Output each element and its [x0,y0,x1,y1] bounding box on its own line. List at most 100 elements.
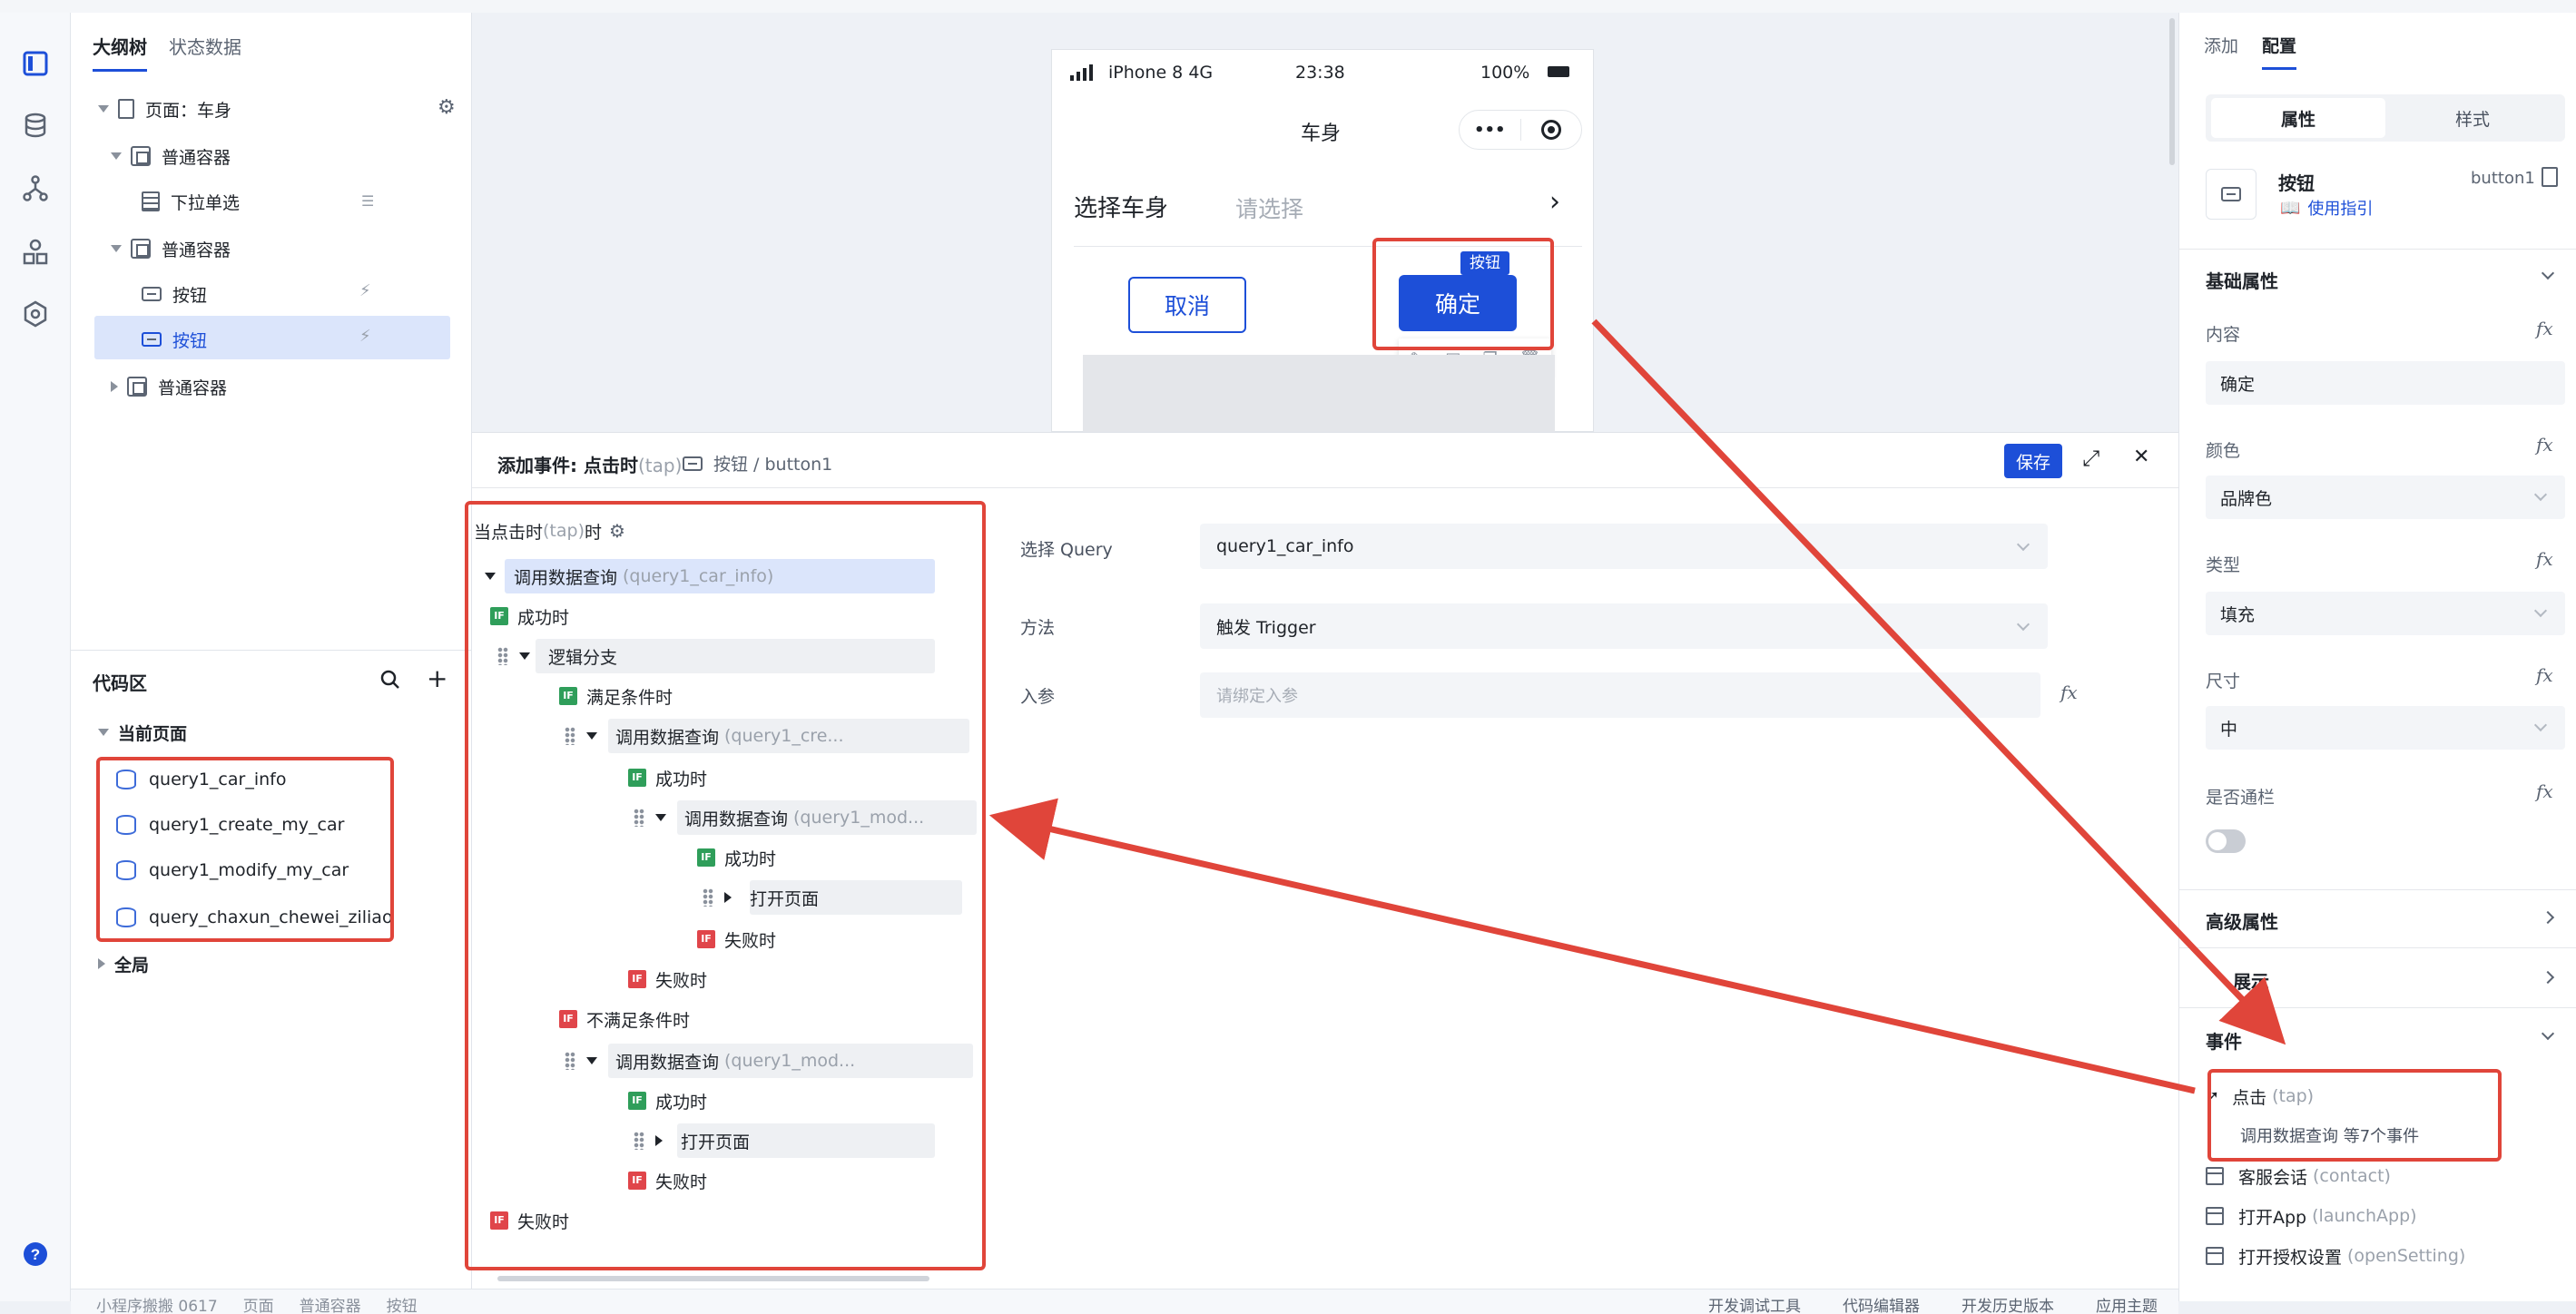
close-mini-icon[interactable] [1521,120,1582,140]
chevron-down-icon[interactable] [586,732,597,740]
breadcrumb-item[interactable]: 页面 [243,1293,274,1314]
select-placeholder[interactable]: 请选择 [1235,191,1303,224]
fx-icon[interactable]: fx [2536,548,2553,570]
breadcrumb-item[interactable]: 普通容器 [300,1293,361,1314]
horizontal-scrollbar[interactable] [497,1276,929,1281]
flow-fail[interactable]: IF 失败时 [697,922,776,956]
close-icon[interactable]: ✕ [2133,446,2149,468]
query-item[interactable]: query_chaxun_chewei_ziliao [116,895,393,940]
tree-container-1[interactable]: 普通容器 [111,138,231,174]
theme-link[interactable]: 应用主题 [2096,1293,2158,1314]
global-group[interactable]: 全局 [98,946,149,982]
fx-icon[interactable]: fx [2060,682,2078,703]
chevron-down-icon[interactable] [586,1057,597,1064]
outline-icon[interactable] [19,47,52,80]
event-tap-summary[interactable]: 调用数据查询 等7个事件 [2240,1123,2419,1147]
content-input[interactable]: 确定 [2206,361,2565,405]
chevron-down-icon[interactable] [655,814,666,821]
section-basic[interactable]: 基础属性 [2206,267,2278,293]
chevron-right-icon[interactable] [724,892,732,903]
copy-icon[interactable] [2542,167,2558,187]
add-icon[interactable]: + [427,663,447,693]
flow-success[interactable]: IF 成功时 [490,599,569,633]
fx-icon[interactable]: fx [2536,318,2553,339]
drag-handle-icon[interactable] [634,1132,644,1150]
section-events[interactable]: 事件 [2206,1027,2242,1054]
flow-success[interactable]: IF 成功时 [628,1084,707,1118]
chevron-down-icon[interactable] [111,245,122,252]
drag-handle-icon[interactable] [634,809,644,827]
components-icon[interactable] [19,236,52,269]
chevron-right-icon[interactable] [111,381,118,392]
event-launch-app[interactable]: 打开App (launchApp) [2206,1198,2417,1234]
settings-icon[interactable]: ⚙ [609,520,625,542]
chevron-right-icon[interactable]: › [1549,186,1560,218]
event-tap[interactable]: ➚ 点击 (tap) [2206,1078,2314,1114]
tree-container-3[interactable]: 普通容器 [111,368,227,405]
query-item[interactable]: query1_car_info [116,757,286,802]
drag-handle-icon[interactable] [497,647,508,665]
flow-node-call-4[interactable]: 调用数据查询 (query1_mod... [565,1044,855,1078]
tab-add[interactable]: 添加 [2204,33,2238,57]
flow-cond-no[interactable]: IF 不满足条件时 [559,1002,690,1036]
section-display[interactable]: 展示 [2233,967,2269,994]
flow-node-call-2[interactable]: 调用数据查询 (query1_cre... [565,719,844,753]
tab-outline[interactable]: 大纲树 [93,33,147,72]
breadcrumb-item[interactable]: 小程序搬搬 0617 [96,1293,218,1314]
fx-icon[interactable]: fx [2536,434,2553,456]
method-select[interactable]: 触发 Trigger [1200,603,2048,649]
color-select[interactable]: 品牌色 [2206,476,2565,519]
flow-fail[interactable]: IF 失败时 [490,1203,569,1238]
drag-handle-icon[interactable] [565,727,575,745]
code-editor-link[interactable]: 代码编辑器 [1843,1293,1920,1314]
save-button[interactable]: 保存 [2004,444,2062,478]
chevron-down-icon[interactable] [111,152,122,160]
segment-style[interactable]: 样式 [2385,98,2560,138]
tree-container-2[interactable]: 普通容器 [111,230,231,267]
fx-icon[interactable]: fx [2536,664,2553,686]
history-link[interactable]: 开发历史版本 [1961,1293,2054,1314]
chevron-right-icon[interactable] [655,1135,663,1146]
type-select[interactable]: 填充 [2206,592,2565,635]
debug-tool-link[interactable]: 开发调试工具 [1708,1293,1801,1314]
tab-config[interactable]: 配置 [2262,33,2297,70]
drag-handle-icon[interactable] [703,888,713,907]
query-select[interactable]: query1_car_info [1200,524,2048,569]
chevron-down-icon[interactable] [519,652,530,660]
drag-handle-icon[interactable] [565,1052,575,1070]
cancel-button[interactable]: 取消 [1128,277,1246,333]
flow-success[interactable]: IF 成功时 [628,760,707,795]
chevron-right-icon[interactable] [98,958,105,969]
event-contact[interactable]: 客服会话 (contact) [2206,1158,2391,1194]
chevron-down-icon[interactable] [98,729,109,736]
tab-state-data[interactable]: 状态数据 [169,33,241,59]
flow-node-open-page[interactable]: 打开页面 [634,1123,750,1158]
help-icon[interactable]: ? [19,1238,52,1270]
section-advanced[interactable]: 高级属性 [2206,907,2278,934]
guide-link[interactable]: 📖 使用指引 [2280,196,2373,220]
block-toggle[interactable] [2206,829,2246,853]
flow-success[interactable]: IF 成功时 [697,840,776,875]
flow-icon[interactable] [19,172,52,205]
chevron-down-icon[interactable] [98,105,109,113]
database-icon[interactable] [19,109,52,142]
flow-node-open-page[interactable]: 打开页面 [703,880,819,915]
settings-icon[interactable] [19,298,52,330]
query-item[interactable]: query1_create_my_car [116,802,344,848]
current-page-group[interactable]: 当前页面 [98,714,187,750]
confirm-button[interactable]: 确定 [1399,275,1517,331]
flow-cond-yes[interactable]: IF 满足条件时 [559,679,673,713]
segment-attributes[interactable]: 属性 [2211,98,2385,138]
tree-button-2[interactable]: 按钮 [142,321,207,358]
size-select[interactable]: 中 [2206,706,2565,750]
vertical-scrollbar[interactable] [2169,18,2175,165]
flow-fail[interactable]: IF 失败时 [628,962,707,996]
search-icon[interactable] [379,669,401,694]
page-settings-icon[interactable]: ⚙ [438,96,456,119]
tree-dropdown[interactable]: 下拉单选 [142,183,240,220]
tree-page-row[interactable]: 页面：车身 ⚙ [98,91,505,127]
breadcrumb-item[interactable]: 按钮 [387,1293,418,1314]
tree-button-1[interactable]: 按钮 [142,276,207,312]
flow-node-call-3[interactable]: 调用数据查询 (query1_mod... [634,800,924,835]
flow-node-call-1[interactable]: 调用数据查询 (query1_car_info) [485,559,773,593]
